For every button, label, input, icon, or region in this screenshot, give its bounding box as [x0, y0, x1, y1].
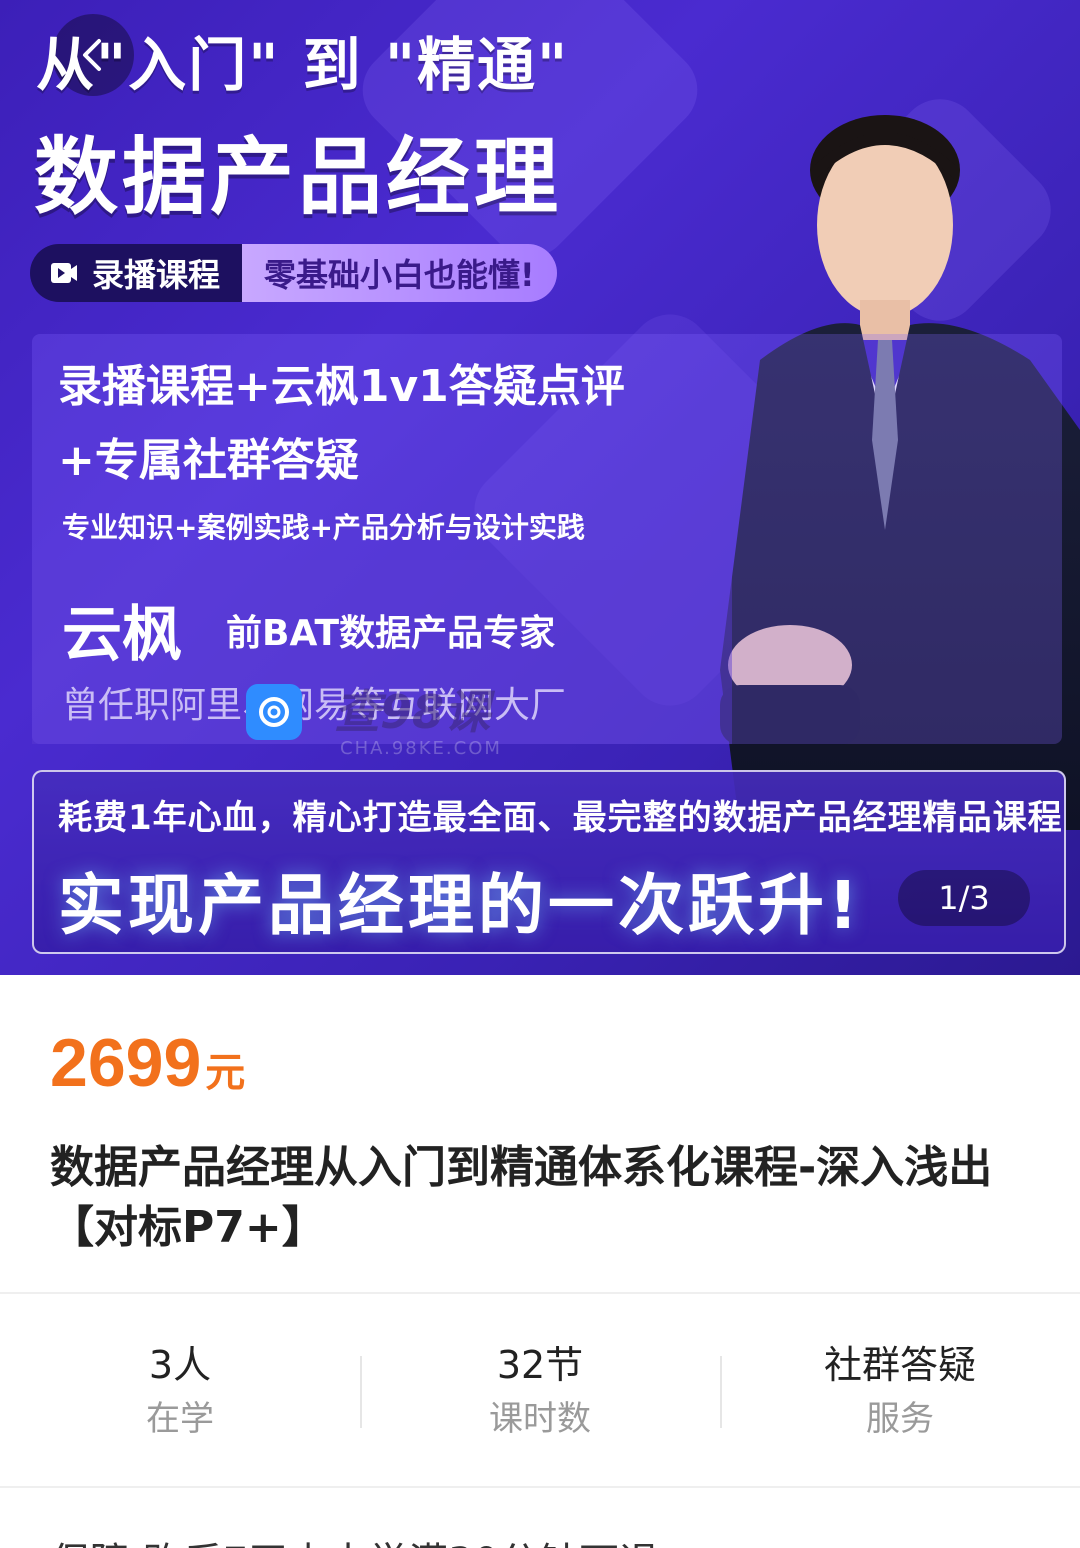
watermark-logo-icon [246, 684, 302, 740]
stat-value: 3人 [148, 1343, 212, 1387]
stat-label: 课时数 [489, 1399, 591, 1439]
slogan-line-2: 实现产品经理的一次跃升! [58, 867, 863, 944]
stat-value: 32节 [496, 1343, 584, 1387]
recorded-course-tag: 录播课程 [30, 244, 243, 302]
stat-students: 3人 在学 [0, 1340, 360, 1440]
divider [0, 1292, 1080, 1294]
teacher-title: 前BAT数据产品专家 [226, 613, 556, 654]
stat-label: 服务 [866, 1399, 934, 1439]
video-play-icon [51, 263, 77, 283]
banner-headline-main: 数据产品经理 [34, 128, 563, 226]
stat-value: 社群答疑 [823, 1343, 976, 1387]
stat-lessons: 32节 课时数 [360, 1340, 720, 1440]
teacher-experience: 曾任职阿里、网易等互联网大厂 [62, 685, 567, 726]
banner-tags: 录播课程 零基础小白也能懂! [30, 244, 557, 302]
price-unit: 元 [205, 1050, 246, 1096]
teacher-name: 云枫 [62, 600, 182, 670]
banner-headline-top: 从"入门" 到 "精通" [36, 31, 570, 99]
stat-label: 在学 [146, 1399, 214, 1439]
features-line-2: +专属社群答疑 [58, 435, 359, 486]
watermark-text: 查98课 [334, 685, 491, 739]
features-line-1: 录播课程+云枫1v1答疑点评 [58, 361, 625, 412]
features-subtitle: 专业知识+案例实践+产品分析与设计实践 [62, 511, 585, 544]
course-title: 数据产品经理从入门到精通体系化课程-深入浅出【对标P7+】 [50, 1142, 993, 1253]
refund-guarantee[interactable]: 保障 购后7天内未学满30分钟可退 [50, 1530, 659, 1548]
watermark-url: CHA.98KE.COM [340, 738, 502, 759]
course-banner[interactable]: 从"入门" 到 "精通" 数据产品经理 录播课程 零基础小白也能懂! 录播课程+… [0, 0, 1080, 975]
divider [0, 1486, 1080, 1488]
carousel-page-indicator: 1/3 [898, 870, 1030, 926]
price: 2699 元 [50, 1024, 245, 1102]
price-value: 2699 [50, 1025, 202, 1101]
beginner-friendly-tag: 零基础小白也能懂! [242, 244, 557, 302]
slogan-line-1: 耗费1年心血，精心打造最全面、最完整的数据产品经理精品课程 [58, 798, 1063, 838]
recorded-course-label: 录播课程 [92, 256, 221, 294]
stat-service: 社群答疑 服务 [720, 1340, 1080, 1440]
course-stats: 3人 在学 32节 课时数 社群答疑 服务 [0, 1340, 1080, 1440]
